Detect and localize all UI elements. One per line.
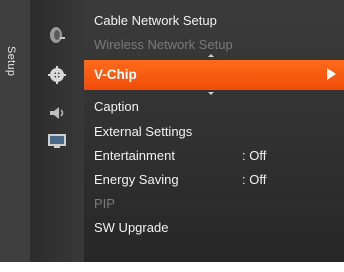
menu-item-label: PIP	[94, 196, 115, 211]
category-icon-column	[30, 0, 84, 262]
speaker-icon[interactable]	[46, 104, 68, 122]
menu-item-label: Cable Network Setup	[94, 13, 217, 28]
gear-icon[interactable]	[46, 66, 68, 84]
menu-item-energy-saving[interactable]: Energy Saving : Off	[94, 169, 334, 191]
menu-item-value: : Off	[242, 148, 267, 163]
side-tab[interactable]: Setup	[0, 0, 31, 262]
side-tab-label: Setup	[5, 46, 17, 77]
menu-item-label: Entertainment	[94, 148, 175, 163]
menu-item-label: SW Upgrade	[94, 220, 169, 235]
menu-item-sw-upgrade[interactable]: SW Upgrade	[94, 217, 334, 239]
menu-item-label: Caption	[94, 99, 139, 114]
menu-item-value: : Off	[242, 172, 267, 187]
menu-item-entertainment[interactable]: Entertainment : Off	[94, 145, 334, 167]
menu-item-pip: PIP	[94, 193, 334, 215]
menu-item-label: Wireless Network Setup	[94, 37, 233, 52]
menu-item-label: External Settings	[94, 124, 193, 139]
menu-item-label: Energy Saving	[94, 172, 179, 187]
setup-menu-list: Cable Network Setup Wireless Network Set…	[84, 0, 344, 262]
menu-item-cable-network-setup[interactable]: Cable Network Setup	[94, 10, 334, 32]
menu-item-caption[interactable]: Caption	[94, 96, 334, 118]
menu-item-label: V-Chip	[94, 67, 137, 82]
scroll-down-icon	[208, 92, 214, 95]
bottom-border	[0, 262, 344, 272]
tv-input-icon[interactable]	[46, 132, 68, 150]
satellite-icon[interactable]	[46, 26, 68, 44]
menu-item-wireless-network-setup: Wireless Network Setup	[94, 34, 334, 56]
tv-setup-menu: Setup Cable Network Setup Wireless Netwo…	[0, 0, 344, 272]
scroll-up-icon	[208, 54, 214, 57]
menu-item-external-settings[interactable]: External Settings	[94, 121, 334, 143]
chevron-right-icon	[327, 68, 336, 80]
menu-item-v-chip[interactable]: V-Chip	[84, 60, 344, 90]
